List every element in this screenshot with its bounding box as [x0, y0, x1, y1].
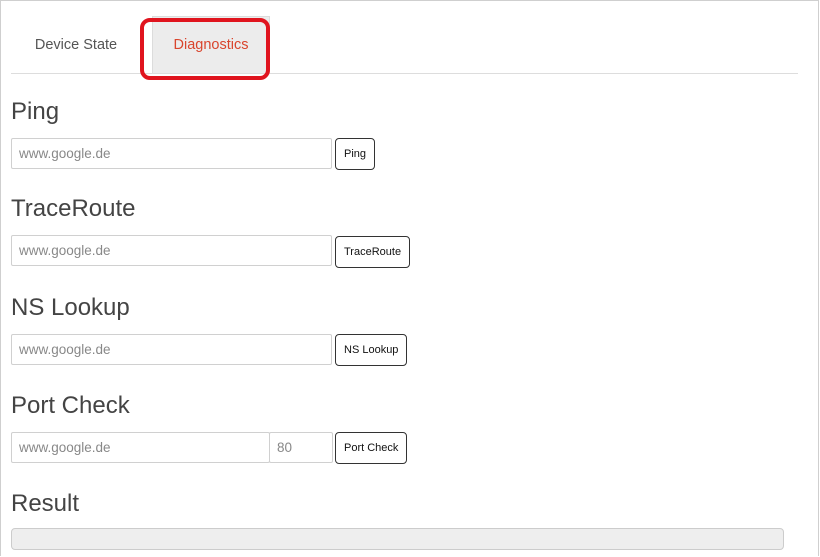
diagnostics-panel — [0, 0, 819, 556]
portcheck-host-input[interactable] — [11, 432, 270, 463]
ping-host-input[interactable] — [11, 138, 332, 169]
result-output — [11, 528, 784, 550]
nslookup-heading: NS Lookup — [11, 294, 130, 321]
result-heading: Result — [11, 490, 80, 517]
portcheck-heading: Port Check — [11, 392, 130, 419]
portcheck-port-input[interactable] — [269, 432, 333, 463]
traceroute-button[interactable]: TraceRoute — [335, 236, 411, 268]
tab-bar: Device State Diagnostics — [11, 16, 798, 74]
tab-diagnostics[interactable]: Diagnostics — [152, 16, 270, 73]
nslookup-button[interactable]: NS Lookup — [335, 334, 408, 366]
traceroute-heading: TraceRoute — [11, 195, 136, 222]
ping-button[interactable]: Ping — [335, 138, 376, 170]
traceroute-host-input[interactable] — [11, 235, 332, 266]
ping-heading: Ping — [11, 98, 60, 125]
portcheck-button[interactable]: Port Check — [335, 432, 408, 464]
nslookup-host-input[interactable] — [11, 334, 332, 365]
tab-device-state[interactable]: Device State — [11, 16, 141, 73]
